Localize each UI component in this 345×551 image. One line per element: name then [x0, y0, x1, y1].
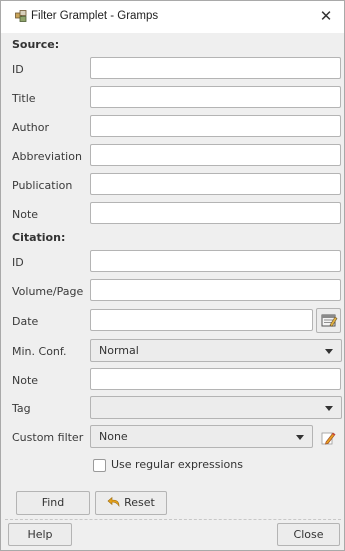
source-id-input[interactable] [90, 57, 341, 79]
custom-filter-value: None [99, 430, 128, 443]
window-close-button[interactable]: ✕ [316, 6, 336, 26]
filter-gramplet-window: Filter Gramplet - Gramps ✕ Source: ID Ti… [0, 0, 345, 551]
citation-section-heading: Citation: [12, 231, 66, 244]
citation-volume-input[interactable] [90, 279, 341, 301]
calendar-edit-icon [321, 314, 338, 327]
source-author-input[interactable] [90, 115, 341, 137]
source-note-label: Note [12, 208, 39, 221]
pencil-edit-icon[interactable] [319, 429, 337, 447]
title-bar: Filter Gramplet - Gramps ✕ [1, 1, 344, 33]
chevron-down-icon [325, 406, 333, 411]
window-title: Filter Gramplet - Gramps [31, 10, 159, 22]
source-title-label: Title [12, 92, 36, 105]
gramps-app-icon [15, 10, 27, 22]
custom-filter-label: Custom filter [12, 431, 84, 444]
source-abbreviation-input[interactable] [90, 144, 341, 166]
source-publication-label: Publication [12, 179, 73, 192]
separator [5, 519, 341, 520]
help-button[interactable]: Help [8, 523, 72, 546]
chevron-down-icon [296, 435, 304, 440]
custom-filter-select[interactable]: None [90, 425, 313, 448]
date-editor-button[interactable] [316, 308, 341, 333]
source-note-input[interactable] [90, 202, 341, 224]
min-conf-value: Normal [99, 344, 139, 357]
source-publication-input[interactable] [90, 173, 341, 195]
source-author-label: Author [12, 121, 50, 134]
source-title-input[interactable] [90, 86, 341, 108]
tag-select[interactable] [90, 396, 342, 419]
close-button[interactable]: Close [277, 523, 340, 546]
undo-arrow-icon [107, 496, 120, 508]
citation-note-label: Note [12, 374, 39, 387]
regex-checkbox[interactable] [93, 459, 106, 472]
find-button[interactable]: Find [16, 491, 90, 515]
reset-button[interactable]: Reset [95, 491, 167, 515]
source-abbreviation-label: Abbreviation [12, 150, 82, 163]
citation-tag-label: Tag [12, 402, 31, 415]
citation-id-label: ID [12, 256, 24, 269]
source-section-heading: Source: [12, 38, 60, 51]
citation-volume-label: Volume/Page [12, 285, 84, 298]
citation-id-input[interactable] [90, 250, 341, 272]
citation-date-label: Date [12, 315, 39, 328]
citation-minconf-label: Min. Conf. [12, 345, 67, 358]
citation-note-input[interactable] [90, 368, 341, 390]
citation-date-input[interactable] [90, 309, 313, 331]
chevron-down-icon [325, 349, 333, 354]
min-conf-select[interactable]: Normal [90, 339, 342, 362]
regex-checkbox-label[interactable]: Use regular expressions [111, 458, 243, 471]
source-id-label: ID [12, 63, 24, 76]
reset-button-label: Reset [124, 496, 155, 509]
